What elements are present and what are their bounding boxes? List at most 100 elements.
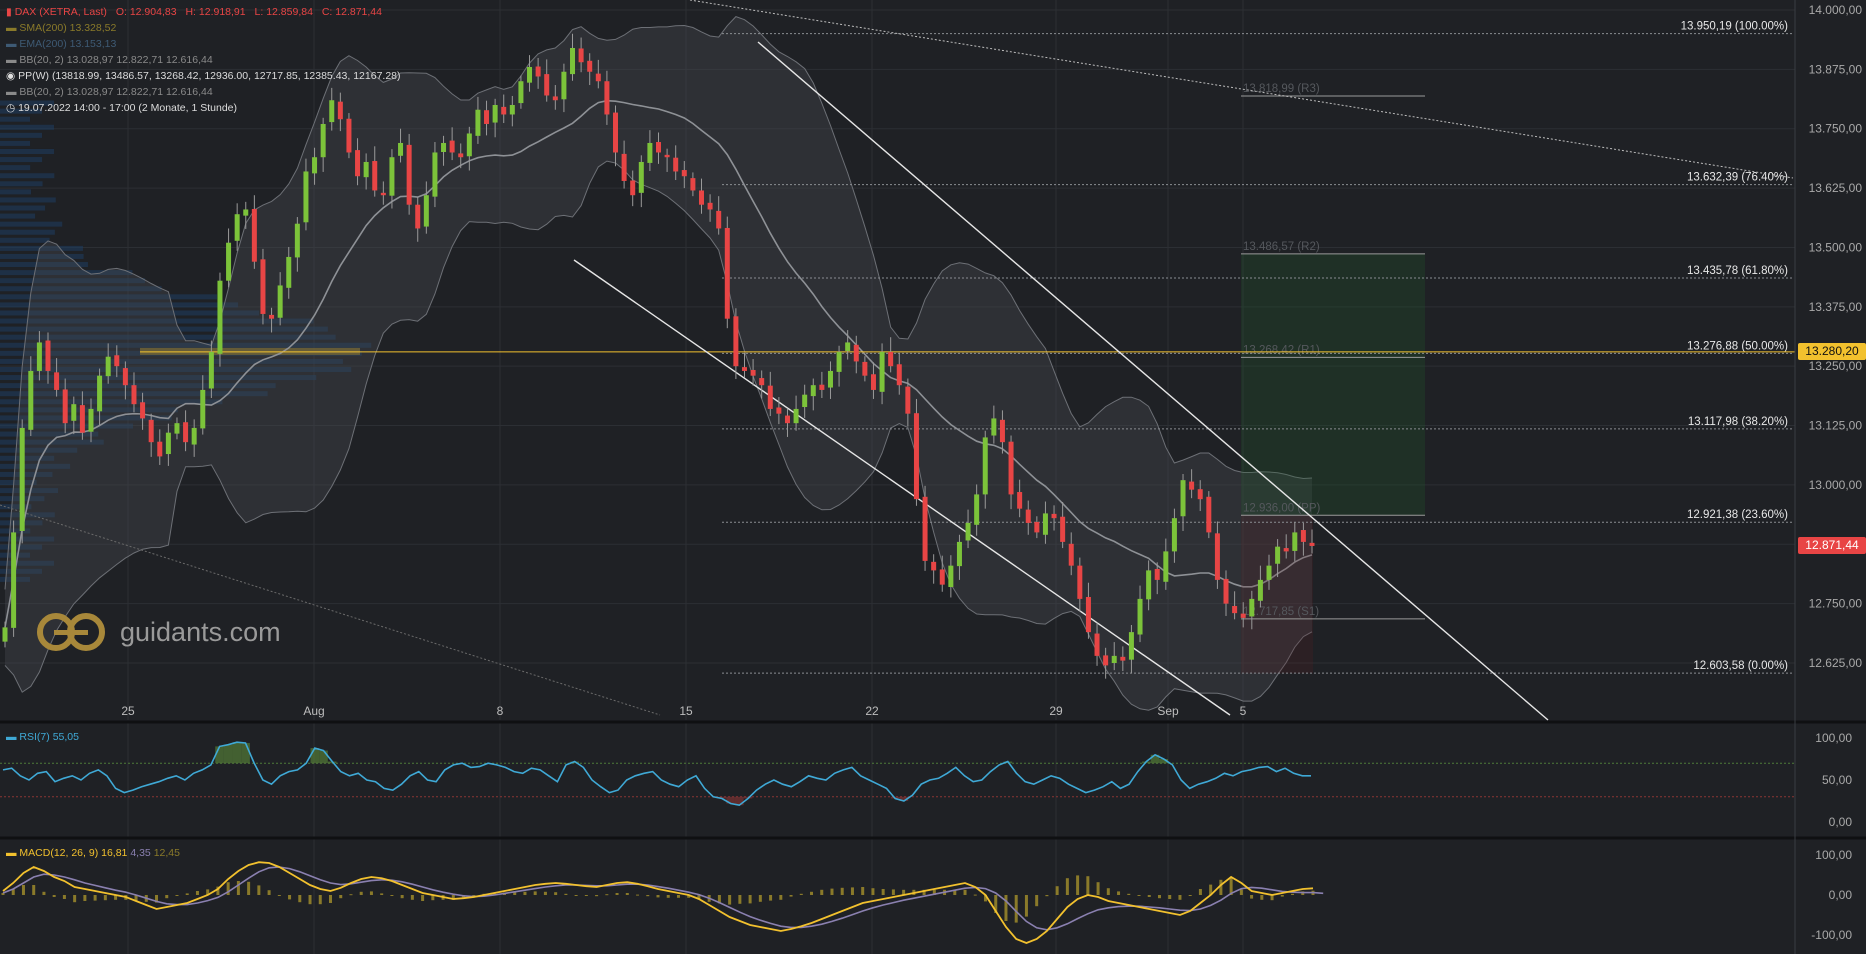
macd-histogram-bar [390,895,394,896]
candle-body [673,157,679,172]
macd-histogram-bar [267,890,271,895]
legend-sma[interactable]: ▬ SMA(200) 13.328,52 [6,22,116,34]
legend-pp[interactable]: ◉ PP(W) (13818.99, 13486.57, 13268.42, 1… [6,70,401,82]
candle-body [853,344,859,362]
ema-swatch-icon: ▬ [6,38,17,50]
pivot-label: 12.717,85 (S1) [1243,606,1319,618]
candle-body [88,408,94,432]
macd-histogram-bar [636,894,640,896]
macd-histogram-bar [288,895,292,900]
macd-histogram-bar [891,889,895,895]
candle-body [62,389,68,424]
candle-body [380,192,386,196]
macd-histogram-bar [1004,895,1008,921]
candle-body [54,372,60,390]
macd-histogram-bar [769,895,773,901]
candle-body [931,561,937,571]
candle-body [36,342,42,371]
candle-body [269,314,275,319]
legend-bb-2[interactable]: ▬ BB(20, 2) 13.028,97 12.822,71 12.616,4… [6,86,213,98]
candle-body [527,66,533,83]
macd-histogram-bar [308,895,312,905]
fib-level-label: 13.117,98 (38.20%) [1688,416,1788,428]
macd-histogram-bar [820,889,824,895]
macd-legend[interactable]: ▬ MACD(12, 26, 9) 16,81 4,35 12,45 [6,847,180,859]
candle-body [733,316,739,367]
rsi-value: 55,05 [52,731,79,743]
instrument-header: ▮ DAX (XETRA, Last) O: 12.904,83 H: 12.9… [6,6,388,18]
macd-value: 16,81 [101,847,128,859]
candle-body [535,66,541,77]
macd-histogram-bar [277,895,281,896]
rsi-y-tick-label: 0,00 [1829,815,1853,829]
macd-histogram-bar [564,893,568,895]
fib-level-label: 13.276,88 (50.00%) [1687,340,1788,352]
candle-body [1223,578,1229,604]
candle-body [974,494,980,525]
macd-histogram-bar [21,885,25,895]
macd-histogram-bar [339,895,343,899]
candle-body [741,367,747,371]
macd-histogram-bar [779,895,783,900]
candle-body [337,101,343,120]
fib-level-label: 13.435,78 (61.80%) [1687,265,1788,277]
macd-histogram-bar [789,895,793,897]
rsi-swatch-icon: ▬ [6,731,17,743]
candle-body [243,209,249,216]
legend-timerange[interactable]: ◷ 19.07.2022 14:00 - 17:00 (2 Monate, 1 … [6,102,237,114]
candle-body [501,106,507,115]
macd-histogram-bar [666,895,670,898]
candle-body [922,496,928,561]
candle-body [226,242,232,281]
ema-value: 13.153,13 [69,38,117,50]
candle-body [372,161,378,191]
legend-ema[interactable]: ▬ EMA(200) 13.153,13 [6,38,116,50]
macd-histogram-bar [615,893,619,895]
candle-body [1154,568,1160,580]
candle-body [432,152,438,197]
macd-histogram-bar [810,891,814,895]
candle-body [793,408,799,424]
candle-body [200,389,206,429]
candle-body [638,161,644,193]
volume-profile-bar [0,221,63,227]
macd-histogram-bar [1065,878,1069,895]
candle-body [475,109,481,136]
candle-body [45,340,51,371]
candle-body [1060,516,1066,542]
macd-histogram-bar [1086,876,1090,895]
sma-swatch-icon: ▬ [6,22,17,34]
candle-body [312,157,318,174]
rsi-legend[interactable]: ▬ RSI(7) 55,05 [6,731,79,743]
bb-label: BB(20, 2) [19,54,64,66]
candle-body [784,415,790,424]
candle-body [802,394,808,408]
y-tick-label: 13.750,00 [1809,122,1863,136]
pivot-label: 13.486,57 (R2) [1243,241,1320,253]
x-tick-label: 5 [1240,704,1247,718]
candle-body [355,150,361,177]
candle-body [208,351,214,389]
legend-bb-1[interactable]: ▬ BB(20, 2) 13.028,97 12.822,71 12.616,4… [6,54,213,66]
candle-body [750,369,756,376]
macd-histogram-bar [676,895,680,898]
macd-histogram-bar [1147,895,1151,897]
macd-histogram-bar [840,887,844,895]
y-tick-label: 13.375,00 [1809,300,1863,314]
candle-body [363,161,369,178]
candle-body [939,569,945,585]
volume-profile-bar [0,124,55,130]
macd-histogram-bar [1024,895,1028,917]
candle-body [1085,596,1091,633]
candle-body [518,81,524,104]
fib-level-label: 12.921,38 (23.60%) [1687,509,1788,521]
candle-body [1189,481,1195,490]
macd-histogram-bar [554,892,558,895]
last-price-tag: 12.871,44 [1798,537,1866,555]
rsi-label: RSI(7) [19,731,50,743]
candle-body [1034,521,1040,533]
macd-histogram-bar [574,895,578,896]
macd-histogram-bar [195,891,199,895]
fib-level-label: 12.603,58 (0.00%) [1693,660,1788,672]
macd-label: MACD(12, 26, 9) [19,847,99,859]
